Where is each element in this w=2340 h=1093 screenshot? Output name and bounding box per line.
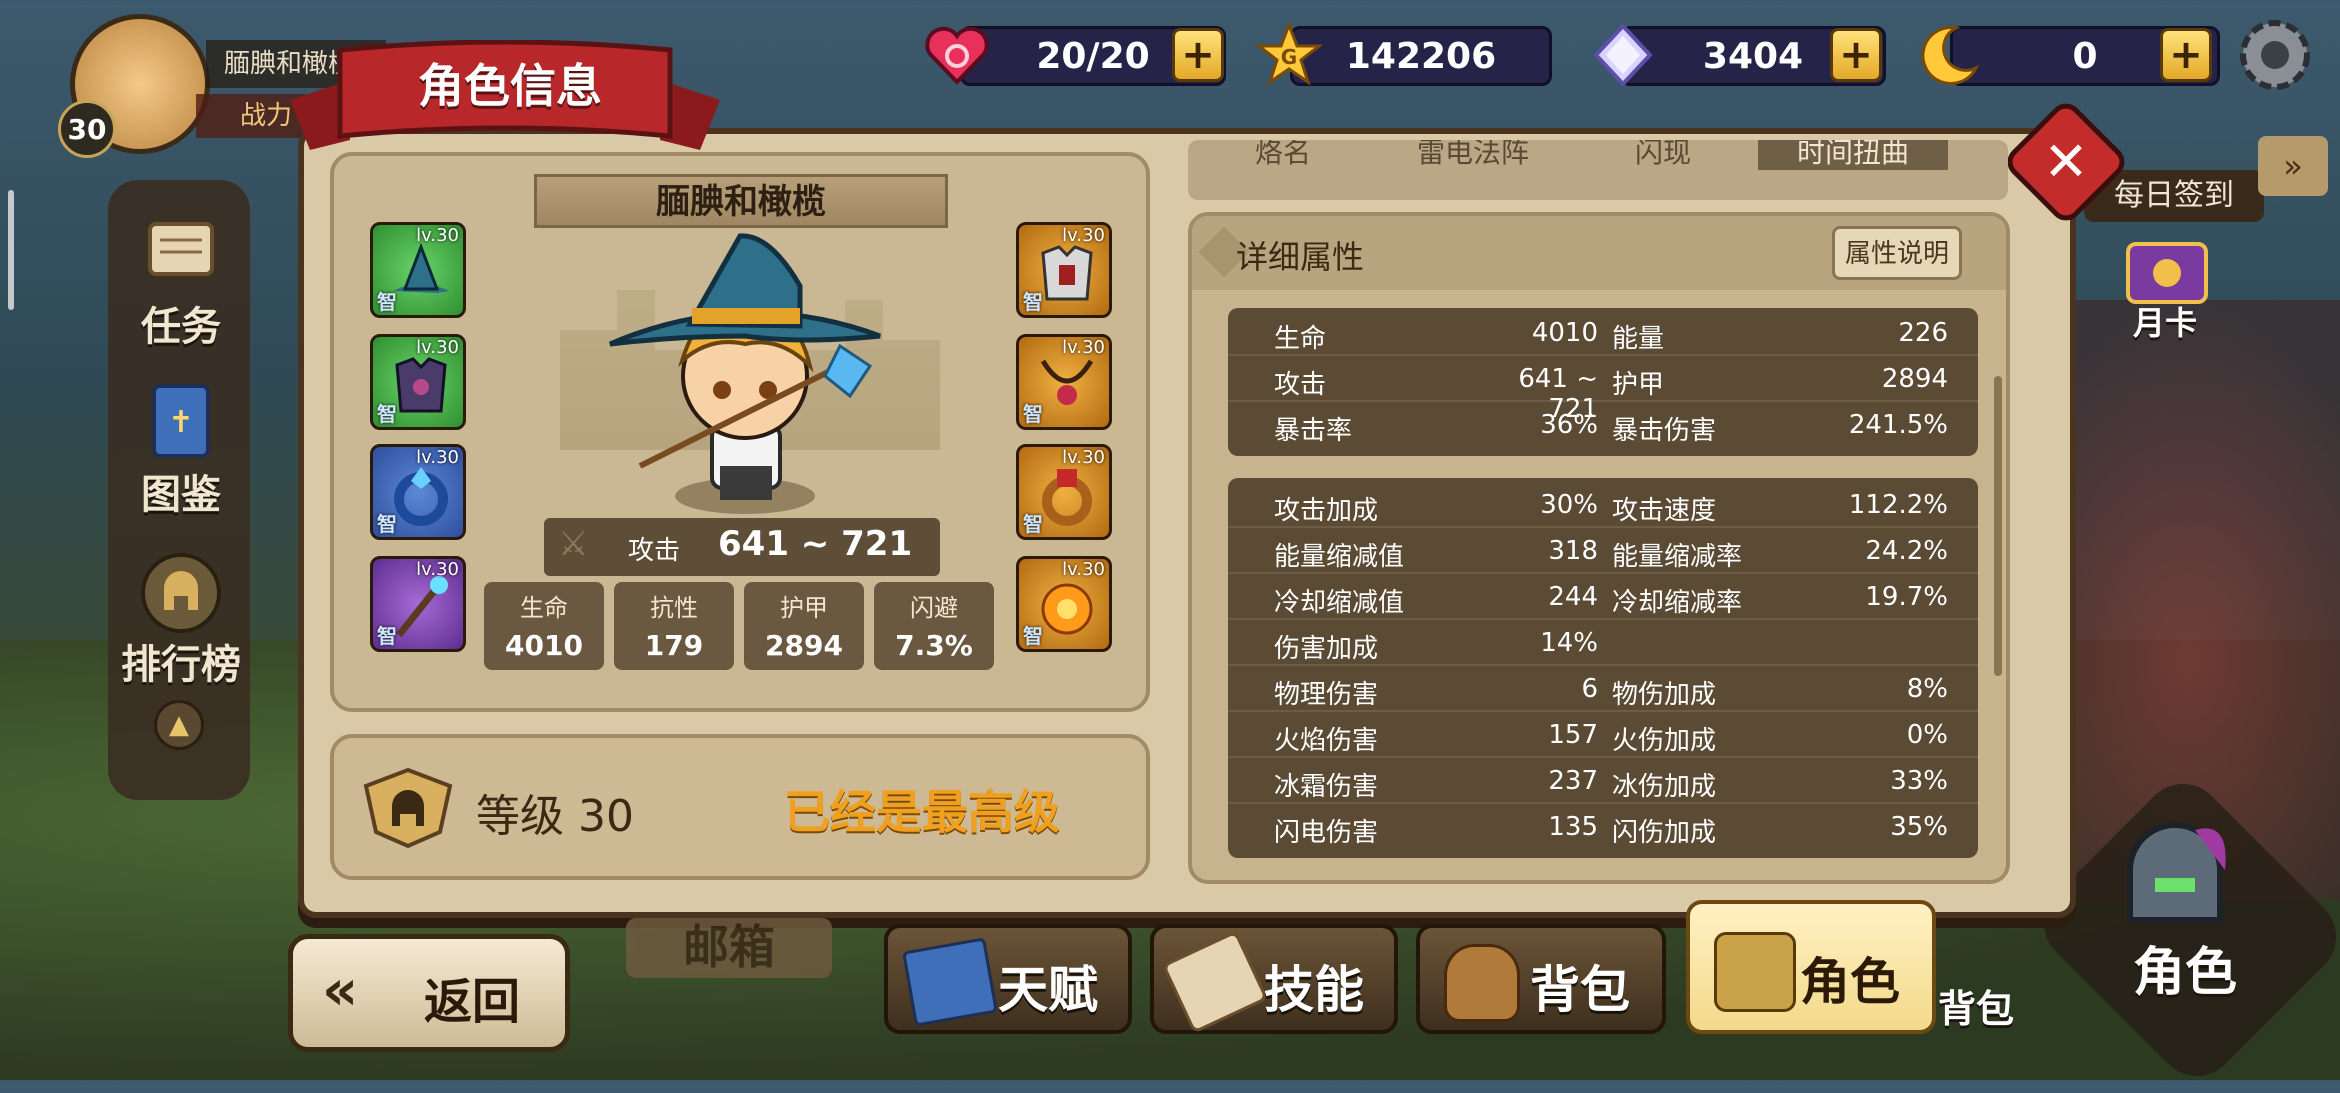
level-label: 等级 30 (476, 791, 634, 842)
character-name-plate: 腼腆和橄榄 (534, 174, 948, 228)
detail-attributes-panel: 详细属性 属性说明 生命 4010 能量 226 攻击 641 ~ 721 护甲 289… (1188, 212, 2010, 884)
attack-label: 攻击 (628, 536, 681, 566)
scroll-skill-icon (1161, 930, 1269, 1034)
codex-button[interactable]: 图鉴 (112, 462, 250, 520)
equip-slot-ring-gold[interactable]: lv.30 智 (1016, 444, 1112, 540)
detail-title: 详细属性 (1236, 238, 1365, 276)
helmet-ranking-icon (136, 548, 226, 638)
ranking-button[interactable]: 排行榜 (112, 632, 250, 690)
table-row: 攻击加成 30% 攻击速度 112.2% (1228, 482, 1978, 528)
armor-helmet-icon (2100, 810, 2250, 940)
stat-armor-label: 护甲 (780, 594, 828, 622)
moon-icon (1916, 22, 1982, 88)
stat-hp-label: 生命 (520, 594, 568, 622)
gauntlets-icon (1714, 932, 1796, 1012)
attack-value: 641 ~ 721 (718, 524, 913, 564)
table-row: 生命 4010 能量 226 (1228, 310, 1978, 356)
basic-stats-group: 生命 4010 能量 226 攻击 641 ~ 721 护甲 2894 暴击率 36% 暴… (1228, 308, 1978, 456)
gem-icon (1590, 22, 1656, 88)
role-big-label: 角色 (2132, 943, 2237, 1003)
table-row: 冰霜伤害 237 冰伤加成 33% (1228, 758, 1978, 804)
equip-slot-staff[interactable]: lv.30 智 (370, 556, 466, 652)
add-moons-button[interactable]: + (2160, 28, 2212, 82)
stat-hp-value: 4010 (505, 629, 583, 662)
scroll-quest-icon (138, 206, 224, 292)
stat-resist: 抗性 179 (614, 582, 734, 670)
role-tab[interactable]: 角色 (1686, 900, 1936, 1034)
level-shield-icon (360, 766, 456, 850)
stat-hp: 生命 4010 (484, 582, 604, 670)
equip-slot-chest[interactable]: lv.30 智 (1016, 222, 1112, 318)
max-level-text: 已经是最高级 (784, 785, 1060, 839)
svg-text:G: G (1281, 45, 1297, 69)
quests-button[interactable]: 任务 (112, 294, 250, 352)
codex-book-icon: ✝ (138, 376, 224, 466)
table-row: 火焰伤害 157 火伤加成 0% (1228, 712, 1978, 758)
talent-book-icon (902, 937, 998, 1027)
skill-tab-2[interactable]: 雷电法阵 (1378, 140, 1568, 170)
close-icon[interactable]: ✕ (2020, 116, 2112, 208)
stat-armor-value: 2894 (765, 629, 843, 662)
bag-icon (1444, 944, 1520, 1022)
attribute-explain-button[interactable]: 属性说明 (1832, 226, 1962, 280)
skill-tab-1[interactable]: 烙名 (1188, 140, 1378, 170)
table-row: 物理伤害 6 物伤加成 8% (1228, 666, 1978, 712)
table-row: 攻击 641 ~ 721 护甲 2894 (1228, 356, 1978, 424)
add-gems-button[interactable]: + (1830, 28, 1882, 82)
equip-slot-hat[interactable]: lv.30 智 (370, 222, 466, 318)
add-hearts-button[interactable]: + (1172, 28, 1224, 82)
svg-text:✝: ✝ (168, 405, 193, 440)
back-label: 返回 (424, 974, 521, 1030)
heart-icon (924, 22, 990, 88)
stat-dodge: 闪避 7.3% (874, 582, 994, 670)
player-level-badge: 30 (58, 100, 116, 158)
table-row: 冷却缩减值 244 冷却缩减率 19.7% (1228, 574, 1978, 620)
table-row: 能量缩减值 318 能量缩减率 24.2% (1228, 528, 1978, 574)
panel-title: 角色信息 (418, 59, 602, 113)
stat-dodge-value: 7.3% (895, 629, 973, 662)
skill-tab-4[interactable]: 时间扭曲 (1758, 140, 1948, 170)
gold-counter: 142206 (1290, 26, 1552, 86)
settings-gear-icon[interactable] (2232, 12, 2318, 98)
equip-slot-ring-blue[interactable]: lv.30 智 (370, 444, 466, 540)
back-chevron-icon: « (322, 958, 359, 1023)
attack-bar: ⚔ 攻击 641 ~ 721 (544, 518, 940, 576)
stat-armor: 护甲 2894 (744, 582, 864, 670)
talent-tab[interactable]: 天赋 (884, 924, 1132, 1034)
table-row: 暴击率 36% 暴击伤害 241.5% (1274, 410, 1948, 446)
edge-handle[interactable] (8, 190, 14, 310)
advanced-stats-group: 攻击加成 30% 攻击速度 112.2% 能量缩减值 318 能量缩减率 24.2% 冷… (1228, 478, 1978, 858)
month-card-button[interactable]: 月卡 (2100, 298, 2230, 344)
bag-small-label: 背包 (1937, 987, 2014, 1031)
skill-tab-3[interactable]: 闪现 (1568, 140, 1758, 170)
stat-resist-label: 抗性 (650, 594, 698, 622)
gold-star-icon: G (1254, 20, 1324, 88)
skills-tab[interactable]: 技能 (1150, 924, 1398, 1034)
detail-scrollbar[interactable] (1994, 376, 2002, 676)
stat-resist-value: 179 (644, 629, 704, 662)
equip-slot-orb[interactable]: lv.30 智 (1016, 556, 1112, 652)
stat-dodge-label: 闪避 (910, 594, 958, 622)
wizard-character-sprite (600, 226, 890, 526)
table-row: 伤害加成 14% (1228, 620, 1978, 666)
table-row: 闪电伤害 135 闪伤加成 35% (1274, 812, 1948, 848)
sword-icon: ⚔ (558, 524, 589, 564)
mailbox-button[interactable]: 邮箱 (626, 918, 832, 978)
skill-tabs-row: 烙名 雷电法阵 闪现 时间扭曲 (1188, 140, 2008, 200)
bag-tab[interactable]: 背包 (1416, 924, 1666, 1034)
equip-slot-necklace[interactable]: lv.30 智 (1016, 334, 1112, 430)
equip-slot-armor[interactable]: lv.30 智 (370, 334, 466, 430)
signin-arrow-icon[interactable]: » (2258, 136, 2328, 196)
collapse-arrow-icon[interactable]: ▲ (154, 700, 204, 750)
